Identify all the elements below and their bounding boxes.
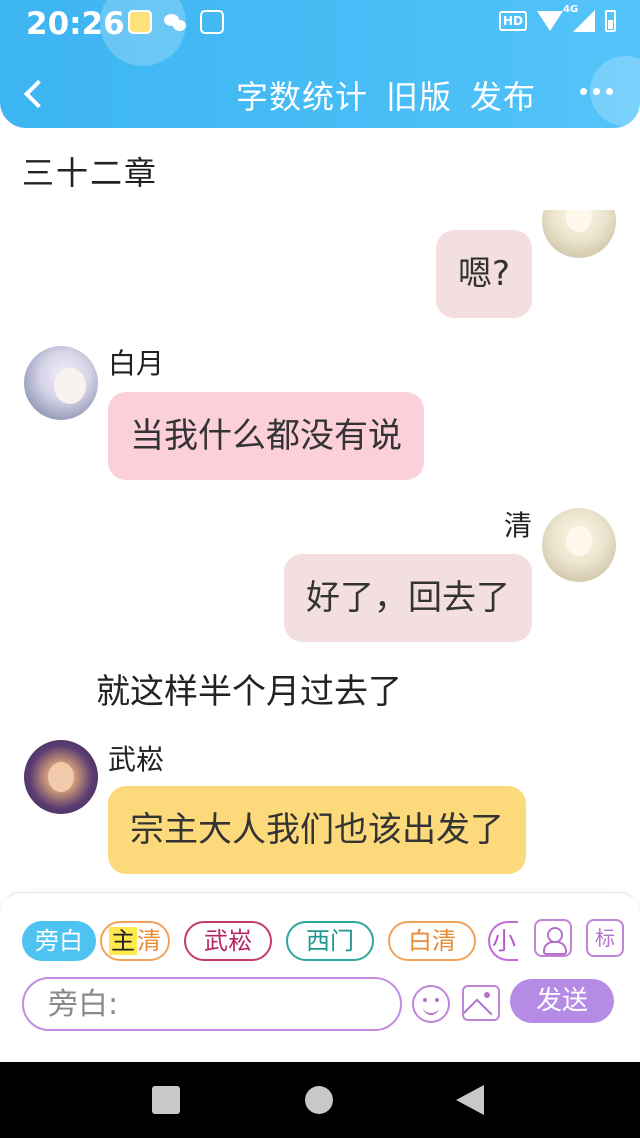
composer-panel: 旁白 主清 武崧 西门 白清 小 标 发送 (0, 892, 640, 1062)
chat-area[interactable]: 嗯? 白月 当我什么都没有说 清 好了，回去了 就这样半个月过去了 武崧 宗主大… (0, 210, 640, 890)
highlighted-char: 主 (109, 927, 137, 955)
more-dots-icon[interactable] (576, 76, 616, 106)
message-bubble[interactable]: 嗯? (435, 230, 532, 318)
narration-text[interactable]: 就这样半个月过去了 (96, 664, 402, 713)
role-chip-label: 清 (137, 927, 161, 955)
hd-badge: HD (498, 11, 527, 31)
wechat-icon (164, 10, 188, 34)
back-icon[interactable] (22, 76, 44, 112)
chat-editor-screen: 20:26 HD 4G 字数统计 旧版 发布 三十二章 嗯? 白月 当我什么都没… (0, 0, 640, 1138)
tag-button[interactable]: 标 (586, 919, 624, 957)
message-bubble[interactable]: 当我什么都没有说 (108, 392, 424, 480)
recents-icon[interactable] (152, 1086, 180, 1114)
signal-icon: 4G (563, 4, 595, 32)
role-chip-partial[interactable]: 小 (488, 921, 518, 961)
image-icon[interactable] (462, 985, 500, 1021)
role-chip-narration[interactable]: 旁白 (22, 921, 96, 961)
battery-icon (605, 10, 616, 32)
emoji-icon[interactable] (412, 985, 450, 1023)
system-nav-bar (0, 1062, 640, 1138)
back-nav-icon[interactable] (456, 1085, 484, 1115)
portrait-icon[interactable] (534, 919, 572, 957)
old-version-button[interactable]: 旧版 (386, 72, 452, 118)
message-input[interactable] (22, 977, 402, 1031)
notification-icons (128, 10, 224, 34)
speaker-name: 白月 (108, 347, 165, 380)
message-bubble[interactable]: 宗主大人我们也该出发了 (108, 786, 526, 874)
word-count-button[interactable]: 字数统计 (236, 72, 368, 118)
network-type: 4G (563, 4, 579, 15)
gallery-icon (200, 10, 224, 34)
avatar-baiyue[interactable] (24, 346, 98, 420)
status-indicators: HD 4G (498, 4, 616, 32)
header: 20:26 HD 4G 字数统计 旧版 发布 (0, 0, 640, 128)
role-chip-ximen[interactable]: 西门 (286, 921, 374, 961)
speaker-name: 清 (503, 509, 532, 542)
role-chip-baiqing[interactable]: 白清 (388, 921, 476, 961)
chapter-title[interactable]: 三十二章 (22, 148, 158, 194)
speaker-name: 武崧 (108, 743, 165, 776)
avatar-qing[interactable] (542, 210, 616, 258)
header-actions: 字数统计 旧版 发布 (236, 72, 536, 118)
wifi-icon (537, 11, 563, 31)
home-icon[interactable] (305, 1086, 333, 1114)
role-chip-wusong[interactable]: 武崧 (184, 921, 272, 961)
publish-button[interactable]: 发布 (470, 72, 536, 118)
role-chip-qing[interactable]: 主清 (100, 921, 170, 961)
avatar-wusong[interactable] (24, 740, 98, 814)
status-time: 20:26 (26, 6, 125, 42)
app-notification-icon (128, 10, 152, 34)
avatar-qing[interactable] (542, 508, 616, 582)
send-button[interactable]: 发送 (510, 979, 614, 1023)
message-bubble[interactable]: 好了，回去了 (284, 554, 532, 642)
